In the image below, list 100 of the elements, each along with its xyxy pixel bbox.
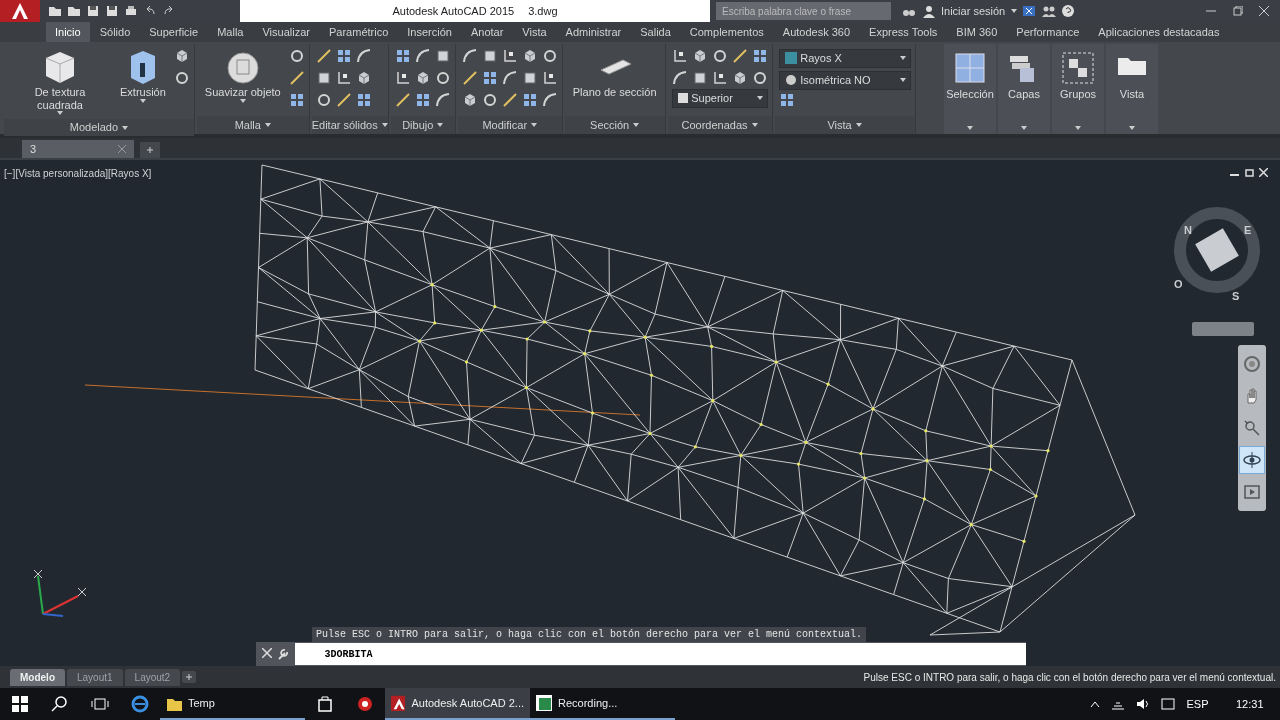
- caret-icon: [122, 125, 129, 130]
- taskbar-app[interactable]: Autodesk AutoCAD 2...: [385, 688, 530, 720]
- ribbon-tab[interactable]: Autodesk 360: [773, 21, 860, 42]
- language-indicator[interactable]: ESP: [1186, 695, 1209, 713]
- recorder-icon: [536, 695, 552, 711]
- grid-icon: [778, 92, 795, 109]
- steering-wheel-icon: [1243, 355, 1261, 373]
- ribbon-tab[interactable]: Anotar: [461, 21, 513, 42]
- large-tool-button[interactable]: Suavizar objeto: [200, 46, 285, 105]
- circle-icon: [541, 48, 558, 64]
- arc-icon: [501, 70, 518, 86]
- new-tab-icon[interactable]: [140, 142, 160, 158]
- dropdown-value: Rayos X: [800, 51, 842, 66]
- volume-icon[interactable]: [1136, 698, 1151, 710]
- user-icon[interactable]: [921, 4, 936, 18]
- taskbar-app[interactable]: Recording...: [530, 688, 675, 720]
- caret-icon: [756, 96, 763, 101]
- grid-icon: [394, 48, 411, 64]
- folder-icon[interactable]: [67, 4, 81, 18]
- square-icon: [676, 92, 689, 105]
- caret-icon: [967, 126, 973, 130]
- large-tool-button[interactable]: Extrusión: [116, 46, 170, 105]
- clock[interactable]: 12:31: [1235, 695, 1264, 713]
- caret-icon: [1021, 126, 1027, 130]
- sign-in-link[interactable]: Iniciar sesión: [941, 2, 1006, 20]
- ribbon-tab[interactable]: Complementos: [680, 21, 773, 42]
- dropdown[interactable]: Superior: [671, 88, 768, 108]
- ribbon-tab[interactable]: Inicio: [46, 21, 90, 42]
- large-tool-button[interactable]: De textura cuadrada: [8, 46, 112, 118]
- restore-icon[interactable]: [1232, 6, 1243, 16]
- line-icon: [461, 70, 478, 86]
- ribbon-tab[interactable]: Performance: [1007, 21, 1089, 42]
- restore-icon[interactable]: [1244, 168, 1254, 177]
- large-tool-button[interactable]: Plano de sección: [568, 46, 661, 101]
- panel-flyout-button[interactable]: Selección: [944, 44, 996, 134]
- dropdown[interactable]: Isométrica NO: [778, 70, 911, 90]
- window-title: Autodesk AutoCAD 2015: [392, 3, 515, 19]
- layout-tab[interactable]: Layout1: [67, 668, 123, 686]
- search-icon[interactable]: [51, 695, 69, 713]
- ribbon-tab[interactable]: Superficie: [140, 21, 208, 42]
- dropdown[interactable]: Rayos X: [778, 48, 911, 68]
- ribbon-tab[interactable]: Express Tools: [860, 21, 947, 42]
- axes-icon: [394, 70, 411, 86]
- notification-icon[interactable]: [1161, 698, 1176, 710]
- viewport-label[interactable]: [−][Vista personalizada][Rayos X]: [4, 166, 152, 181]
- panel-flyout-button[interactable]: Grupos: [1052, 44, 1104, 134]
- ribbon-tab[interactable]: Administrar: [556, 21, 631, 42]
- people-icon[interactable]: [1041, 4, 1056, 18]
- panel-flyout-button[interactable]: Vista: [1106, 44, 1158, 134]
- folder-icon[interactable]: [48, 4, 62, 18]
- help-icon[interactable]: [1061, 4, 1076, 18]
- task-view-icon[interactable]: [91, 695, 109, 713]
- store-icon[interactable]: [316, 695, 334, 713]
- grid-icon: [751, 48, 768, 64]
- orbit-icon: [1243, 451, 1261, 469]
- caret-icon: [1075, 126, 1081, 130]
- ribbon-tab[interactable]: BIM 360: [947, 21, 1007, 42]
- ribbon-tab[interactable]: Inserción: [398, 21, 461, 42]
- ribbon-tab[interactable]: Sólido: [90, 21, 140, 42]
- file-tab[interactable]: 3: [22, 140, 134, 158]
- circle-icon: [481, 92, 498, 108]
- save-icon[interactable]: [86, 4, 100, 18]
- ribbon-tab[interactable]: Aplicaciones destacadas: [1089, 21, 1229, 42]
- caret-icon: [1129, 126, 1135, 130]
- circle-icon: [173, 70, 190, 86]
- ribbon-tab[interactable]: Vista: [513, 21, 556, 42]
- chevron-up-icon[interactable]: [1090, 700, 1101, 708]
- search-field[interactable]: Escriba palabra clave o frase: [716, 2, 891, 20]
- panel-flyout-button[interactable]: Capas: [998, 44, 1050, 134]
- caret-icon: [264, 123, 271, 127]
- compass-ring[interactable]: [1174, 207, 1260, 293]
- windows-start-icon[interactable]: [11, 695, 29, 713]
- ribbon-tab[interactable]: Salida: [631, 21, 680, 42]
- square-icon: [521, 70, 538, 86]
- wrench-icon[interactable]: [277, 648, 289, 660]
- ribbon-tab[interactable]: Malla: [208, 21, 253, 42]
- nav-tool-button[interactable]: [1240, 447, 1264, 473]
- add-layout-icon[interactable]: [182, 671, 197, 683]
- save-icon[interactable]: [105, 4, 119, 18]
- circle-icon: [711, 48, 728, 64]
- layout-tab[interactable]: Layout2: [124, 668, 181, 686]
- command-input[interactable]: 3DORBITA: [294, 643, 1026, 665]
- panel-title: Modificar: [482, 117, 528, 133]
- layout-tab[interactable]: Modelo: [10, 668, 65, 686]
- panel-title: Modelado: [69, 120, 119, 136]
- ribbon-tab[interactable]: Paramétrico: [320, 21, 398, 42]
- ribbon-tab[interactable]: Visualizar: [253, 21, 319, 42]
- taskbar-app[interactable]: Temp: [160, 688, 305, 720]
- line-icon: [394, 92, 411, 108]
- record-icon[interactable]: [356, 695, 374, 713]
- compass-letter: N: [1184, 224, 1192, 236]
- square-icon: [481, 48, 498, 64]
- arc-icon: [461, 48, 478, 64]
- line-icon: [501, 92, 518, 108]
- close-icon[interactable]: [1259, 6, 1269, 16]
- printer-icon[interactable]: [124, 4, 138, 18]
- exchange-icon[interactable]: [1022, 4, 1037, 18]
- app-logo-icon: [391, 695, 406, 711]
- browser-e-icon[interactable]: [131, 695, 149, 713]
- panel-title: Dibujo: [402, 117, 434, 133]
